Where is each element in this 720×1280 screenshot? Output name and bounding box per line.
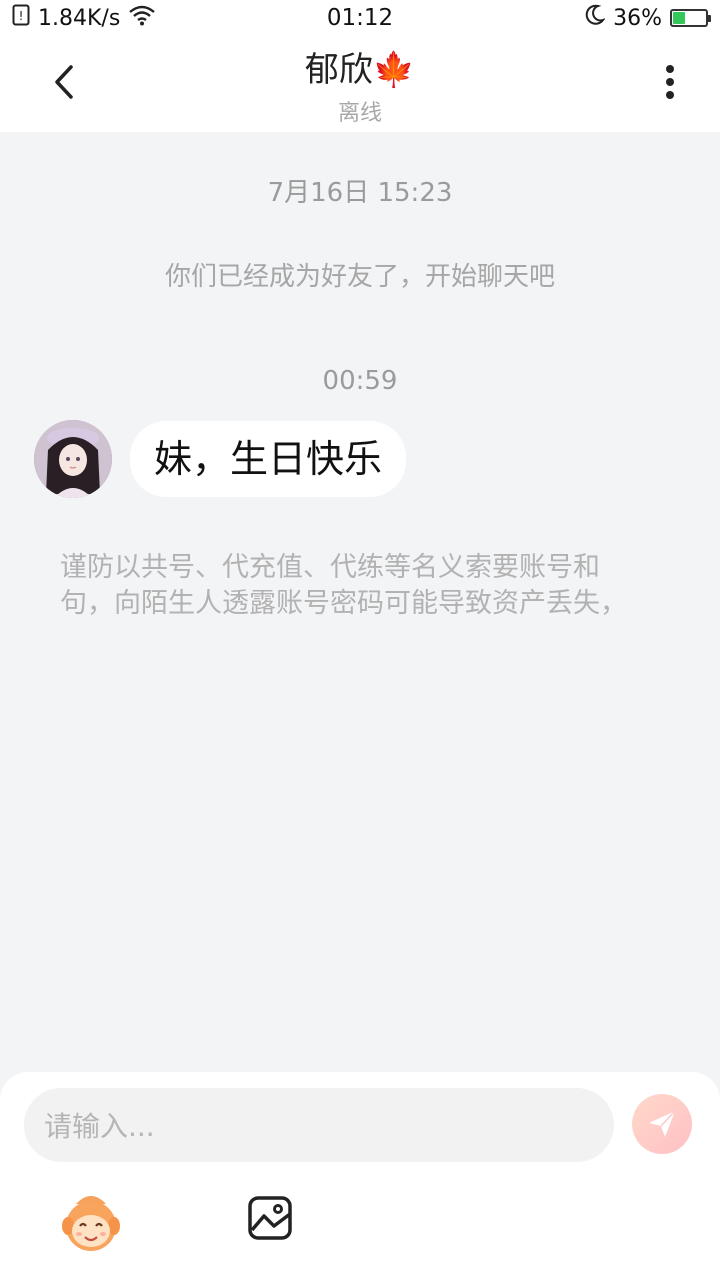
more-dots-icon (666, 65, 674, 99)
emoji-icon[interactable] (58, 1190, 124, 1256)
battery-icon (670, 9, 711, 27)
chat-area[interactable]: 7月16日 15:23 你们已经成为好友了，开始聊天吧 00:59 妹，生日快乐… (0, 132, 720, 1072)
message-row: 妹，生日快乐 (34, 420, 407, 498)
safety-notice-line-1: 谨防以共号、代充值、代练等名义索要账号和 (60, 552, 600, 583)
message-bubble[interactable]: 妹，生日快乐 (130, 421, 407, 497)
battery-fill (673, 12, 685, 24)
status-left: ! 1.84K/s (12, 4, 156, 32)
network-speed: 1.84K/s (38, 5, 121, 31)
contact-status: 离线 (337, 101, 382, 126)
timestamp-second: 00:59 (322, 366, 398, 396)
status-bar: ! 1.84K/s 01:12 36% (0, 0, 720, 36)
battery-percent: 36% (613, 5, 662, 31)
moon-icon (585, 4, 606, 32)
wifi-icon (128, 4, 156, 32)
timestamp-first: 7月16日 15:23 (267, 178, 453, 208)
sim-icon: ! (12, 4, 30, 32)
image-picker-icon[interactable] (246, 1194, 294, 1242)
more-button[interactable] (646, 58, 694, 106)
safety-notice-line-2: 句，向陌生人透露账号密码可能导致资产丢失， (60, 588, 627, 619)
title-block: 郁欣🍁 离线 (0, 42, 720, 127)
svg-text:!: ! (19, 9, 24, 23)
message-input[interactable]: 请输入... (24, 1088, 614, 1162)
system-message: 你们已经成为好友了，开始聊天吧 (164, 262, 555, 292)
contact-name: 郁欣🍁 (304, 50, 416, 90)
status-right: 36% (585, 4, 711, 32)
chat-header: 郁欣🍁 离线 (0, 36, 720, 132)
send-icon (649, 1110, 676, 1137)
input-panel: 请输入... (0, 1072, 720, 1280)
avatar[interactable] (34, 420, 112, 498)
send-button[interactable] (632, 1094, 692, 1154)
